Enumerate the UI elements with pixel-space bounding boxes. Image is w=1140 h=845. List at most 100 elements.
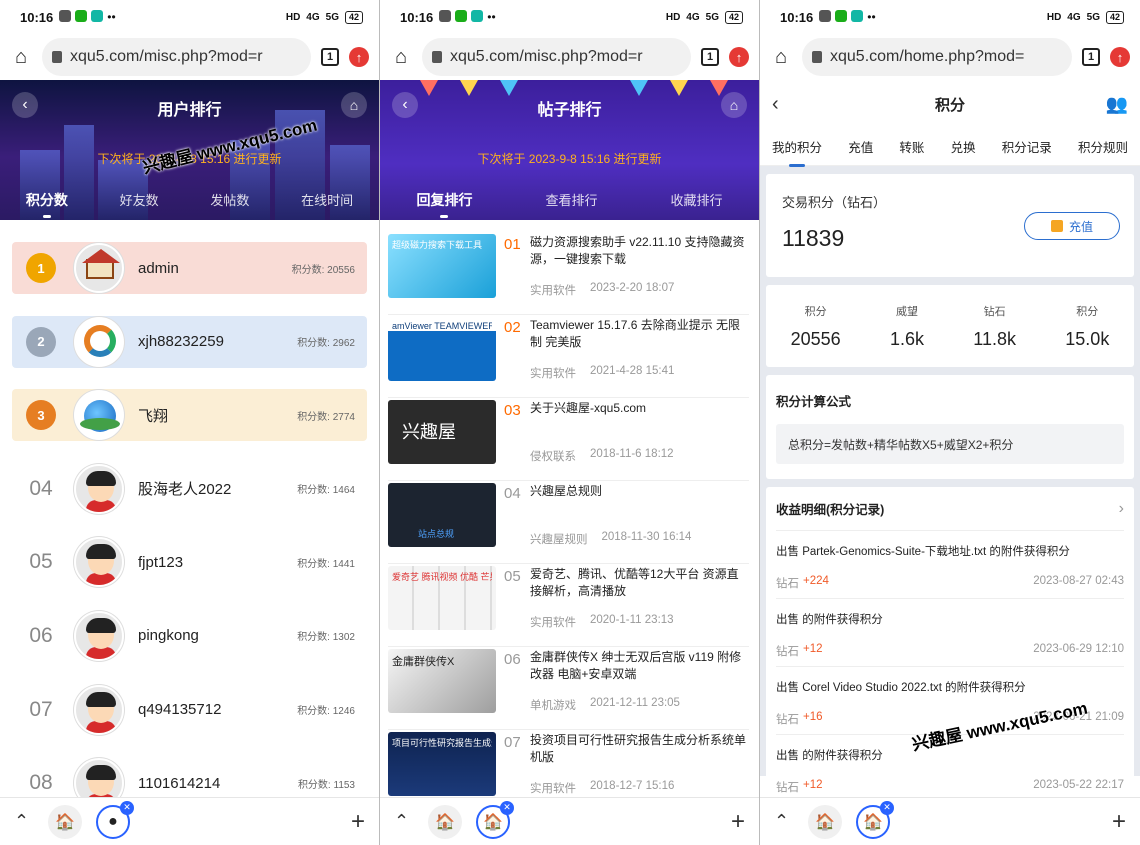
list-item[interactable]: 站点总规 04 兴趣屋总规则 兴趣屋规则 2018-11-30 16:14 — [388, 481, 749, 564]
chevron-up-icon[interactable]: ⌃ — [774, 811, 794, 832]
list-item[interactable]: 兴趣屋 03 关于兴趣屋-xqu5.com 侵权联系 2018-11-6 18:1… — [388, 398, 749, 481]
post-title[interactable]: 金庸群侠传X 绅士无双后宫版 v119 附修改器 电脑+安卓双端 — [530, 649, 749, 689]
list-item[interactable]: 3 飞翔 积分数: 2774 — [12, 389, 367, 442]
page-title: 积分 — [934, 96, 965, 114]
post-title[interactable]: 兴趣屋总规则 — [530, 483, 749, 523]
list-item[interactable]: 06 pingkong 积分数: 1302 — [12, 610, 367, 662]
user-name: q494135712 — [138, 701, 222, 719]
tab-recharge[interactable]: 充值 — [848, 137, 873, 156]
new-tab-plus-icon[interactable]: + — [731, 808, 745, 836]
list-item[interactable]: 07 q494135712 积分数: 1246 — [12, 684, 367, 736]
list-item[interactable]: 1 admin 积分数: 20556 — [12, 242, 367, 294]
recharge-button[interactable]: 充值 — [1024, 212, 1120, 240]
tab-switcher-button[interactable]: 1 — [701, 48, 719, 66]
users-icon[interactable]: 👥 — [1106, 94, 1128, 115]
tab-exchange[interactable]: 兑换 — [951, 137, 976, 156]
tab-switcher-button[interactable]: 1 — [321, 48, 339, 66]
post-date: 2021-4-28 15:41 — [590, 365, 675, 377]
post-category[interactable]: 实用软件 — [530, 780, 576, 796]
post-category[interactable]: 单机游戏 — [530, 697, 576, 713]
list-item[interactable]: 超级磁力搜索下载工具 01 磁力资源搜索助手 v22.11.10 支持隐藏资源，… — [388, 232, 749, 315]
stat-item: 威望 1.6k — [889, 305, 925, 349]
address-bar[interactable]: xqu5.com/misc.php?mod=r — [422, 38, 691, 76]
list-item[interactable]: 爱奇艺 腾讯视频 优酷 芒果TV 05 爱奇艺、腾讯、优酷等12大平台 资源直接… — [388, 564, 749, 647]
close-icon[interactable]: ✕ — [500, 800, 514, 815]
points-log-card: 收益明细(积分记录) › 出售 Partek-Genomics-Suite-下载地… — [766, 487, 1134, 817]
close-icon[interactable]: ✕ — [880, 800, 894, 815]
post-title[interactable]: 关于兴趣屋-xqu5.com — [530, 400, 749, 440]
points-content: 交易积分（钻石） 11839 充值 积分 20556 威望 1.6k 钻石 11.8k… — [760, 166, 1140, 817]
tab-thumbnail[interactable]: 🏠 — [48, 804, 82, 839]
post-date: 2018-11-30 16:14 — [601, 531, 692, 543]
list-item[interactable]: 05 fjpt123 积分数: 1441 — [12, 536, 367, 588]
bronze-medal-icon: 3 — [26, 400, 56, 431]
more-dots-icon: •• — [867, 10, 876, 24]
tab-points-rules[interactable]: 积分规则 — [1078, 137, 1128, 156]
post-thumbnail: 兴趣屋 — [388, 400, 496, 464]
tab-transfer[interactable]: 转账 — [899, 137, 924, 156]
page-title: 帖子排行 — [537, 102, 602, 119]
formula-text: 总积分=发帖数+精华帖数X5+威望X2+积分 — [776, 424, 1124, 464]
post-thumbnail: amViewer TEAMVIEWER 14 — [388, 317, 496, 381]
home-icon[interactable]: ⌂ — [770, 46, 792, 68]
chevron-up-icon[interactable]: ⌃ — [394, 811, 414, 832]
post-category[interactable]: 兴趣屋规则 — [530, 531, 588, 547]
new-tab-plus-icon[interactable]: + — [351, 808, 365, 836]
post-title[interactable]: 爱奇艺、腾讯、优酷等12大平台 资源直接解析，高清播放 — [530, 566, 749, 606]
tab-thumbnail-active[interactable]: ● ✕ — [96, 800, 134, 839]
tab-points-log[interactable]: 积分记录 — [1002, 137, 1052, 156]
home-icon[interactable]: ⌂ — [721, 92, 747, 118]
list-item[interactable]: amViewer TEAMVIEWER 14 02 Teamviewer 15.… — [388, 315, 749, 398]
log-type: 钻石 — [776, 714, 799, 726]
update-icon[interactable]: ↑ — [1110, 47, 1130, 67]
tab-posts[interactable]: 发帖数 — [204, 190, 255, 210]
tab-my-points[interactable]: 我的积分 — [772, 137, 822, 167]
post-title[interactable]: 磁力资源搜索助手 v22.11.10 支持隐藏资源，一键搜索下载 — [530, 234, 749, 274]
post-thumbnail: 爱奇艺 腾讯视频 优酷 芒果TV — [388, 566, 496, 630]
list-item[interactable]: 金庸群侠传X 06 金庸群侠传X 绅士无双后宫版 v119 附修改器 电脑+安卓… — [388, 647, 749, 730]
tab-views[interactable]: 查看排行 — [539, 190, 603, 210]
new-tab-plus-icon[interactable]: + — [1112, 808, 1126, 836]
hd-icon: HD — [285, 11, 301, 23]
back-chevron-icon[interactable]: ‹ — [772, 93, 779, 116]
tab-thumbnail-active[interactable]: 🏠 ✕ — [476, 800, 514, 839]
update-icon[interactable]: ↑ — [729, 47, 749, 67]
log-description: 出售 的附件获得积分 — [776, 614, 883, 626]
user-name: 股海老人2022 — [138, 481, 232, 499]
rank-number: 02 — [504, 319, 521, 336]
address-bar[interactable]: xqu5.com/misc.php?mod=r — [42, 38, 311, 76]
update-icon[interactable]: ↑ — [349, 47, 369, 67]
rank-number: 04 — [504, 485, 521, 502]
tab-switcher-button[interactable]: 1 — [1082, 48, 1100, 66]
close-icon[interactable]: ✕ — [120, 800, 134, 815]
ranking-banner: ‹ 帖子排行 ⌂ 下次将于 2023-9-8 15:16 进行更新 回复排行 查… — [380, 80, 759, 220]
points-log-header[interactable]: 收益明细(积分记录) › — [776, 487, 1124, 531]
home-icon[interactable]: ⌂ — [10, 46, 32, 68]
tab-points[interactable]: 积分数 — [20, 190, 74, 218]
stat-item: 积分 15.0k — [1065, 305, 1110, 349]
tab-thumbnail[interactable]: 🏠 — [808, 804, 842, 839]
list-item[interactable]: 2 xjh88232259 积分数: 2962 — [12, 315, 367, 368]
wechat-icon — [835, 10, 848, 22]
post-category[interactable]: 侵权联系 — [530, 448, 576, 464]
address-bar[interactable]: xqu5.com/home.php?mod= — [802, 38, 1072, 76]
post-title[interactable]: Teamviewer 15.17.6 去除商业提示 无限制 完美版 — [530, 317, 749, 357]
post-category[interactable]: 实用软件 — [530, 282, 576, 298]
log-increment: +12 — [803, 643, 823, 655]
home-icon[interactable]: ⌂ — [341, 92, 367, 118]
chevron-up-icon[interactable]: ⌃ — [14, 811, 34, 832]
list-item[interactable]: 04 股海老人2022 积分数: 1464 — [12, 463, 367, 515]
post-date: 2023-2-20 18:07 — [590, 282, 675, 294]
tab-replies[interactable]: 回复排行 — [410, 190, 478, 218]
tab-online-time[interactable]: 在线时间 — [295, 190, 359, 210]
update-notice: 下次将于 2023-9-8 15:16 进行更新 — [477, 152, 662, 166]
tab-favorites[interactable]: 收藏排行 — [664, 190, 728, 210]
post-title[interactable]: 投资项目可行性研究报告生成分析系统单机版 — [530, 732, 749, 772]
post-category[interactable]: 实用软件 — [530, 365, 576, 381]
post-category[interactable]: 实用软件 — [530, 614, 576, 630]
tab-thumbnail[interactable]: 🏠 — [428, 804, 462, 839]
tab-friends[interactable]: 好友数 — [114, 190, 165, 210]
lock-icon — [52, 51, 62, 63]
home-icon[interactable]: ⌂ — [390, 46, 412, 68]
tab-thumbnail-active[interactable]: 🏠 ✕ — [856, 800, 894, 839]
